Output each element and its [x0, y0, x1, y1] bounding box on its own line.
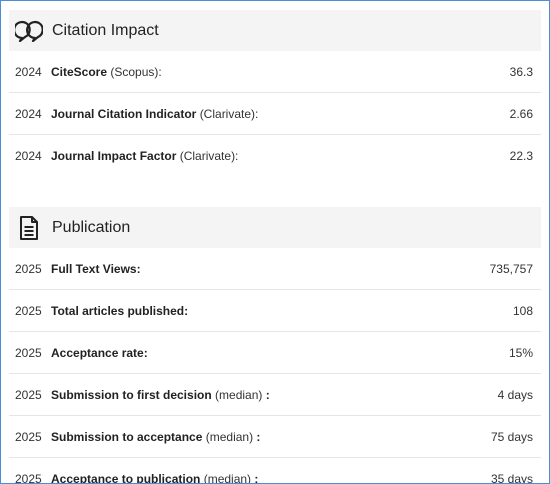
- metric-label: Submission to acceptance (median) :: [51, 429, 261, 444]
- metric-label: Journal Impact Factor (Clarivate):: [51, 148, 239, 163]
- metric-label: CiteScore (Scopus):: [51, 64, 162, 79]
- metric-row: 2025 Full Text Views: 735,757: [9, 248, 541, 290]
- metric-year: 2025: [15, 345, 42, 360]
- metric-year: 2024: [15, 106, 42, 121]
- section-title: Publication: [52, 218, 131, 236]
- metric-year: 2024: [15, 148, 42, 163]
- metric-value: 108: [512, 303, 533, 318]
- document-icon: [14, 213, 44, 243]
- metric-value: 22.3: [509, 148, 533, 163]
- metric-value: 75 days: [490, 429, 533, 444]
- metric-label: Submission to first decision (median) :: [51, 387, 270, 402]
- journal-metrics-panel: Citation Impact 2024 CiteScore (Scopus):…: [0, 0, 550, 484]
- metric-year: 2025: [15, 429, 42, 444]
- metric-value: 4 days: [497, 387, 533, 402]
- metric-row: 2025 Submission to first decision (media…: [9, 374, 541, 416]
- metric-row: 2025 Total articles published: 108: [9, 290, 541, 332]
- metric-value: 35 days: [490, 471, 533, 484]
- publication-header: Publication: [9, 207, 541, 248]
- metric-year: 2025: [15, 387, 42, 402]
- metric-label: Journal Citation Indicator (Clarivate):: [51, 106, 259, 121]
- metric-year: 2025: [15, 471, 42, 484]
- metric-year: 2025: [15, 303, 42, 318]
- section-title: Citation Impact: [52, 21, 159, 39]
- citation-rows: 2024 CiteScore (Scopus): 36.3 2024 Journ…: [9, 51, 541, 176]
- metric-value: 2.66: [509, 106, 533, 121]
- metric-value: 36.3: [509, 64, 533, 79]
- metric-row: 2024 Journal Impact Factor (Clarivate): …: [9, 135, 541, 176]
- metric-row: 2024 Journal Citation Indicator (Clariva…: [9, 93, 541, 135]
- metric-row: 2025 Acceptance to publication (median) …: [9, 458, 541, 484]
- metric-row: 2025 Acceptance rate: 15%: [9, 332, 541, 374]
- metric-year: 2025: [15, 261, 42, 276]
- metric-value: 735,757: [489, 261, 533, 276]
- metric-label: Full Text Views:: [51, 261, 141, 276]
- metric-row: 2024 CiteScore (Scopus): 36.3: [9, 51, 541, 93]
- metric-year: 2024: [15, 64, 42, 79]
- citation-impact-header: Citation Impact: [9, 10, 541, 51]
- metric-label: Total articles published:: [51, 303, 189, 318]
- metric-value: 15%: [508, 345, 533, 360]
- quote-icon: [14, 16, 44, 46]
- metric-label: Acceptance to publication (median) :: [51, 471, 259, 484]
- metric-row: 2025 Submission to acceptance (median) :…: [9, 416, 541, 458]
- publication-rows: 2025 Full Text Views: 735,757 2025 Total…: [9, 248, 541, 484]
- metric-label: Acceptance rate:: [51, 345, 148, 360]
